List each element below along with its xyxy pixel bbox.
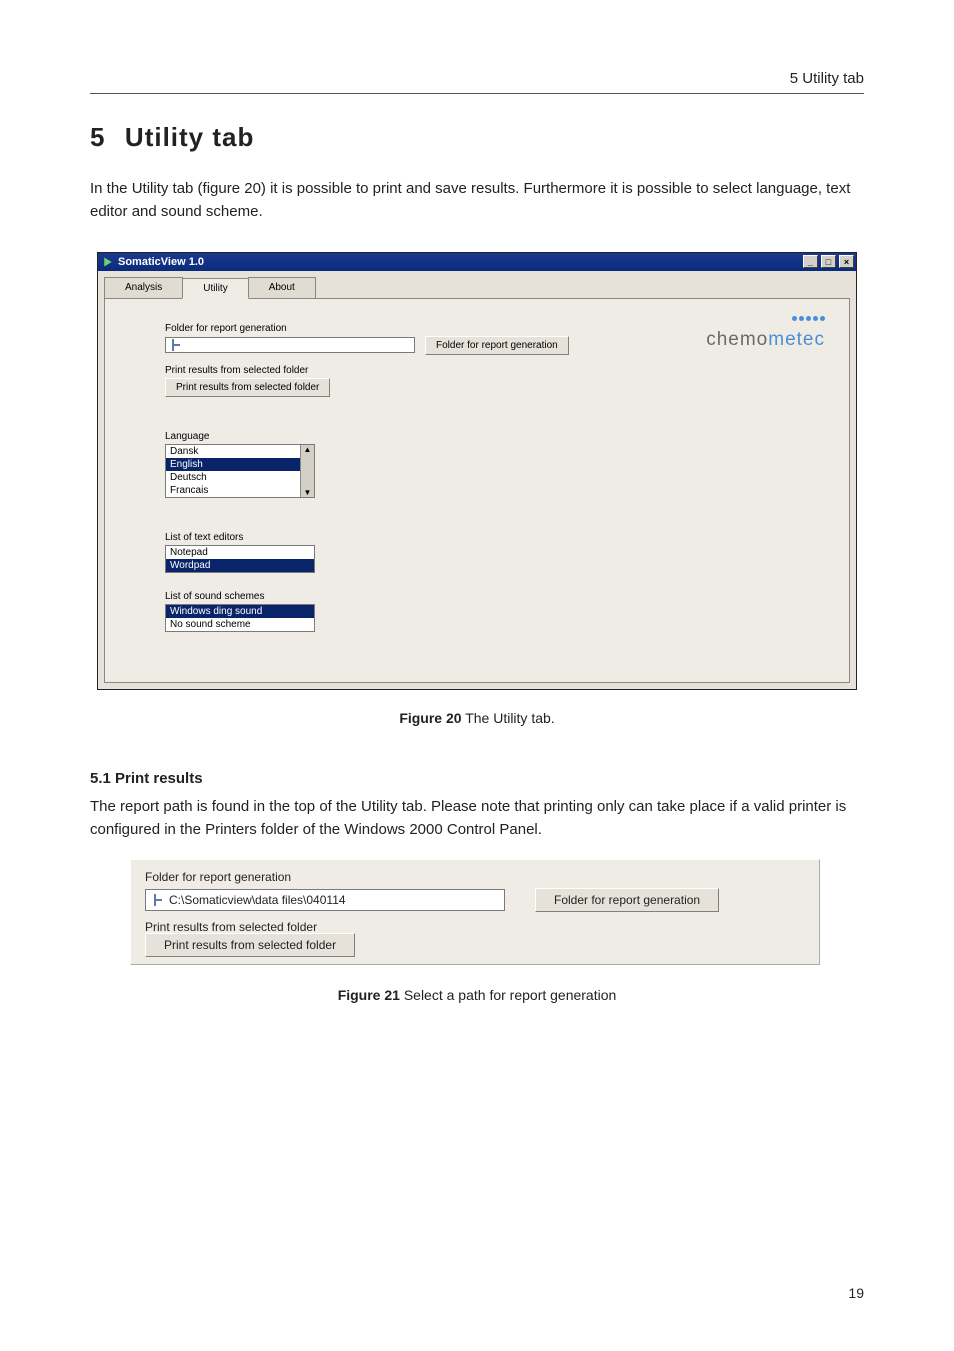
subsection-5-1-heading: 5.1 Print results xyxy=(90,770,864,787)
folder-label-2: Folder for report generation xyxy=(145,870,805,884)
brand-left: chemo xyxy=(706,329,768,350)
page-number: 19 xyxy=(848,1285,864,1301)
tab-utility[interactable]: Utility xyxy=(182,278,248,299)
folder-path-input-2[interactable]: C:\Somaticview\data files\040114 xyxy=(145,889,505,911)
editor-item-selected[interactable]: Wordpad xyxy=(166,559,314,572)
tree-icon xyxy=(152,894,164,906)
figure-21-caption-bold: Figure 21 xyxy=(338,987,400,1003)
language-item-selected[interactable]: English xyxy=(166,458,314,471)
close-button[interactable]: × xyxy=(839,255,854,268)
language-item[interactable]: Deutsch xyxy=(166,471,314,484)
print-results-button[interactable]: Print results from selected folder xyxy=(165,378,330,397)
app-icon xyxy=(102,256,114,268)
section-heading: 5 Utility tab xyxy=(90,122,864,153)
maximize-button[interactable]: □ xyxy=(821,255,836,268)
editors-listbox[interactable]: Notepad Wordpad xyxy=(165,545,315,573)
figure-21-caption: Figure 21 Select a path for report gener… xyxy=(90,987,864,1003)
scroll-up-icon[interactable]: ▲ xyxy=(301,445,314,454)
section-title: Utility tab xyxy=(125,122,254,152)
editor-item[interactable]: Notepad xyxy=(166,546,314,559)
editors-label: List of text editors xyxy=(165,532,819,543)
brand-right: metec xyxy=(768,329,825,350)
tab-analysis[interactable]: Analysis xyxy=(104,277,183,298)
figure-20-caption-bold: Figure 20 xyxy=(399,710,461,726)
figure-21-caption-text: Select a path for report generation xyxy=(400,987,616,1003)
folder-browse-button-2[interactable]: Folder for report generation xyxy=(535,888,719,912)
folder-path-input[interactable] xyxy=(165,337,415,353)
running-header-text: 5 Utility tab xyxy=(790,70,864,87)
sound-item[interactable]: No sound scheme xyxy=(166,618,314,631)
figure-20-caption: Figure 20 The Utility tab. xyxy=(90,710,864,726)
figure-20-screenshot: SomaticView 1.0 _ □ × Analysis Utility A… xyxy=(97,252,857,690)
section-number: 5 xyxy=(90,122,108,152)
intro-paragraph: In the Utility tab (figure 20) it is pos… xyxy=(90,177,864,224)
print-results-button-2[interactable]: Print results from selected folder xyxy=(145,933,355,957)
tree-icon xyxy=(170,339,182,351)
figure-21-screenshot: Folder for report generation C:\Somaticv… xyxy=(130,859,820,965)
print-label-2: Print results from selected folder xyxy=(145,920,805,934)
language-label: Language xyxy=(165,431,819,442)
tab-bar: Analysis Utility About xyxy=(104,277,850,299)
language-listbox[interactable]: Dansk English Deutsch Francais ▲ ▼ xyxy=(165,444,315,498)
print-label: Print results from selected folder xyxy=(165,365,819,376)
language-item[interactable]: Francais xyxy=(166,484,314,497)
language-item[interactable]: Dansk xyxy=(166,445,314,458)
window-title: SomaticView 1.0 xyxy=(118,256,204,268)
folder-path-value: C:\Somaticview\data files\040114 xyxy=(169,893,346,907)
brand-dots-icon xyxy=(706,313,825,327)
folder-browse-button[interactable]: Folder for report generation xyxy=(425,336,569,355)
sound-item-selected[interactable]: Windows ding sound xyxy=(166,605,314,618)
running-header: 5 Utility tab xyxy=(90,70,864,94)
minimize-button[interactable]: _ xyxy=(803,255,818,268)
figure-20-caption-text: The Utility tab. xyxy=(462,710,555,726)
subsection-5-1-body: The report path is found in the top of t… xyxy=(90,795,864,842)
scroll-down-icon[interactable]: ▼ xyxy=(301,488,314,497)
sound-label: List of sound schemes xyxy=(165,591,819,602)
window-titlebar: SomaticView 1.0 _ □ × xyxy=(98,253,856,271)
tab-about[interactable]: About xyxy=(248,277,316,298)
sound-listbox[interactable]: Windows ding sound No sound scheme xyxy=(165,604,315,632)
brand-logo: chemometec xyxy=(706,313,825,351)
